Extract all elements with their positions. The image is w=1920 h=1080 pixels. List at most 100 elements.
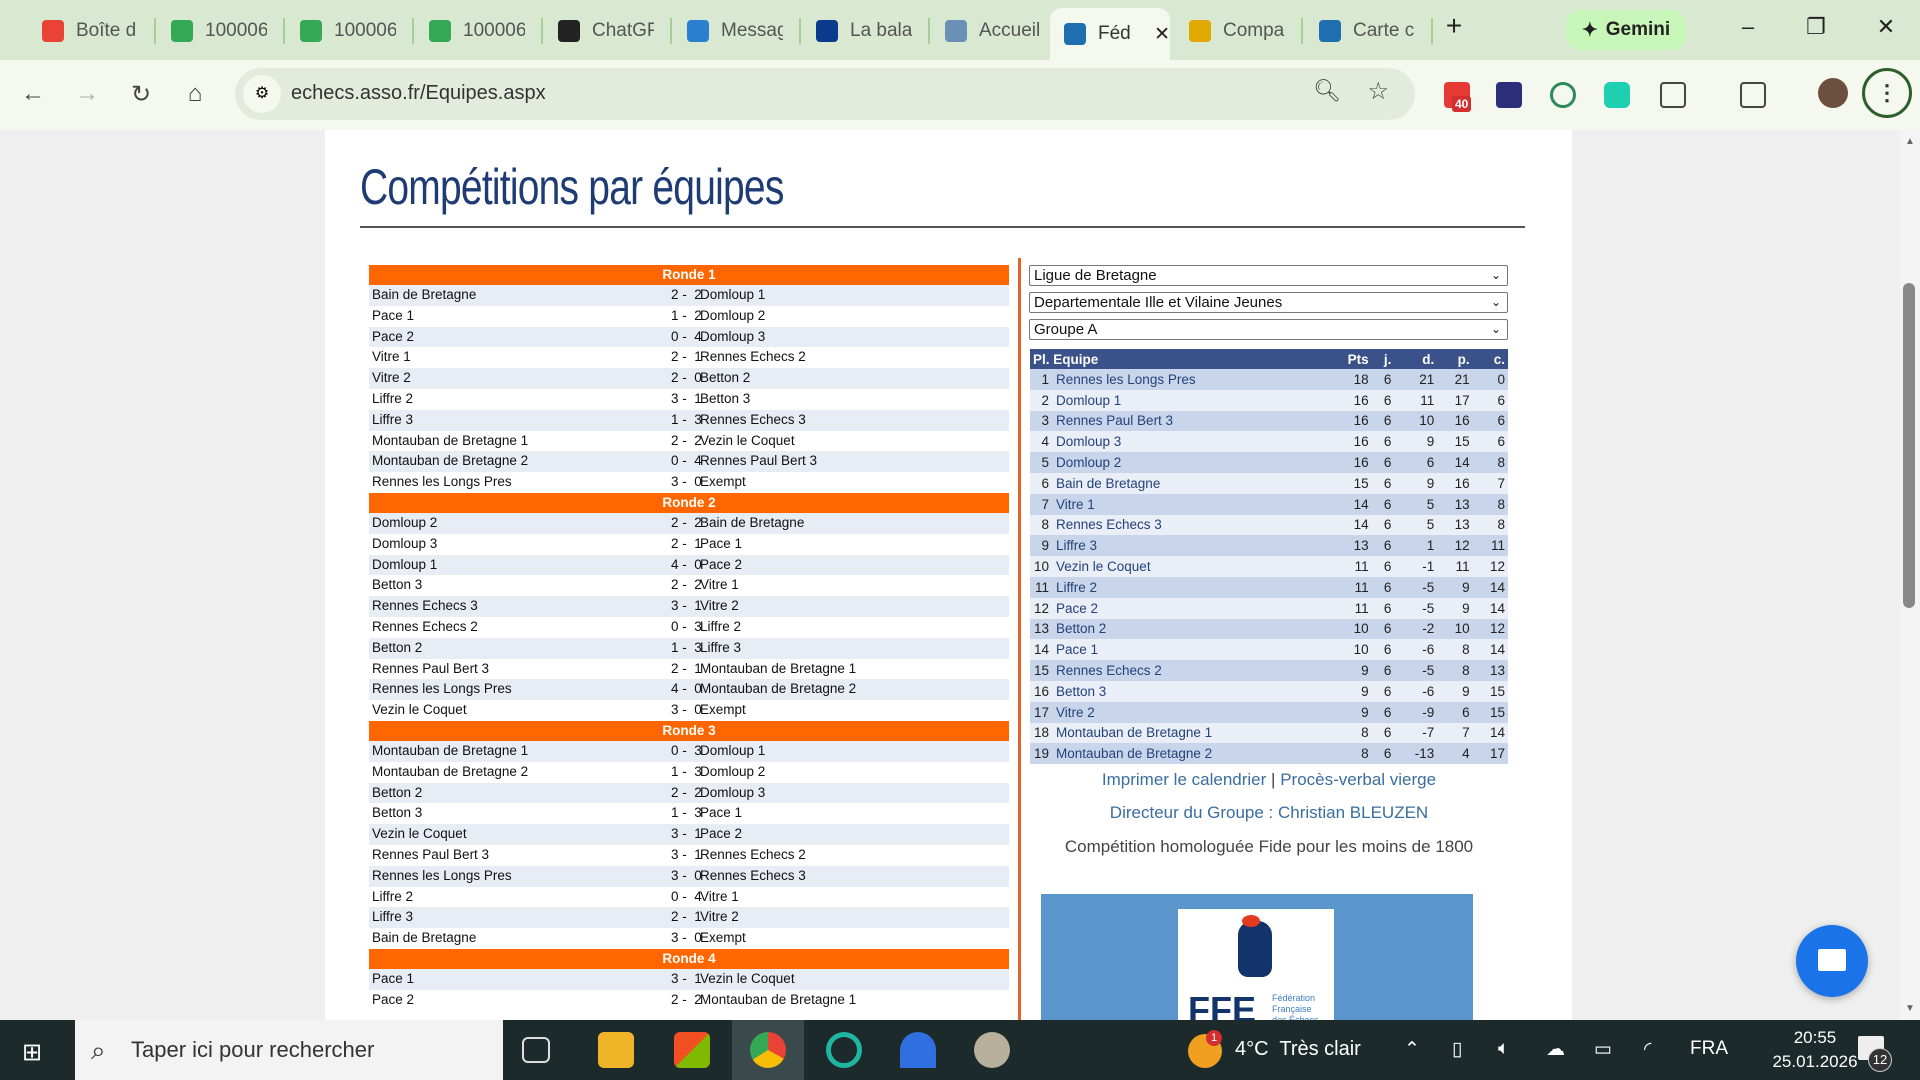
team-link[interactable]: Montauban de Bretagne 2 [1052,743,1327,765]
chatgpt-extension-icon[interactable] [1550,82,1576,108]
eye-extension-icon[interactable] [1496,82,1522,108]
url-text[interactable]: echecs.asso.fr/Equipes.aspx [291,82,546,105]
rank: 11 [1030,576,1052,598]
scroll-down-icon[interactable]: ▼ [1905,1003,1915,1014]
match-row: Rennes les Longs Pres 4 - 0 Montauban de B… [369,679,1009,701]
address-bar[interactable]: ⚙ echecs.asso.fr/Equipes.aspx 🔍︎ ☆ [235,68,1415,120]
close-window-button[interactable]: ✕ [1866,14,1906,40]
chat-button[interactable] [1796,925,1868,997]
weather-text[interactable]: 4°C Très clair [1235,1038,1361,1061]
team-link[interactable]: Rennes Paul Bert 3 [1052,410,1327,432]
file-explorer-icon[interactable] [598,1032,634,1068]
group-select[interactable]: Groupe A ⌄ [1029,319,1508,340]
browser-tab[interactable]: Boîte d [28,12,156,50]
column-header[interactable]: p. [1437,349,1473,369]
new-tab-button[interactable]: + [1434,10,1474,42]
forward-icon[interactable]: → [72,80,102,108]
team-link[interactable]: Montauban de Bretagne 1 [1052,722,1327,744]
windows-start-icon[interactable]: ⊞ [22,1038,42,1067]
scroll-up-icon[interactable]: ▲ [1905,136,1915,147]
home-icon[interactable]: ⌂ [180,80,210,108]
browser-tab[interactable]: Messag [673,12,801,50]
store-icon[interactable] [674,1032,710,1068]
camera-icon[interactable]: ▯ [1452,1038,1462,1061]
back-icon[interactable]: ← [18,80,48,108]
team-link[interactable]: Rennes les Longs Pres [1052,369,1327,390]
column-header[interactable]: Pl. Equipe [1030,349,1327,369]
team-link[interactable]: Vezin le Coquet [1052,556,1327,577]
print-calendar-link[interactable]: Imprimer le calendrier [1102,770,1266,789]
paint-icon[interactable] [974,1032,1010,1068]
team-link[interactable]: Rennes Echecs 2 [1052,660,1327,681]
browser-tab[interactable]: Accueil [931,12,1059,50]
close-tab-icon[interactable]: ✕ [1154,23,1170,46]
team-link[interactable]: Liffre 2 [1052,576,1327,598]
weather-icon[interactable]: 1 [1188,1030,1222,1068]
scrollbar-thumb[interactable] [1903,283,1915,608]
ffe-banner[interactable]: FFE Fédération Française des Échecs [1041,894,1473,1020]
clock[interactable]: 20:55 25.01.2026 [1760,1026,1870,1074]
restore-button[interactable]: ❐ [1796,14,1836,40]
onedrive-off-icon[interactable]: ☁ [1546,1038,1565,1061]
mail-extension-icon[interactable]: 40 [1444,82,1472,112]
team-link[interactable]: Domloup 3 [1052,431,1327,453]
language-indicator[interactable]: FRA [1690,1038,1728,1060]
team-link[interactable]: Bain de Bretagne [1052,472,1327,494]
site-info-icon[interactable]: ⚙ [243,75,281,113]
browser-tab[interactable]: Compa [1175,12,1303,50]
page-content: Compétitions par équipes Ronde 1 Bain de … [325,130,1572,1020]
wifi-icon[interactable]: ◜ [1644,1038,1651,1061]
browser-tab[interactable]: La bala [802,12,930,50]
match-score: 1 - 3 [671,763,702,779]
extensions-puzzle-icon[interactable] [1660,82,1686,108]
vpn-app-icon[interactable] [900,1032,936,1068]
search-tabs-icon[interactable] [1740,82,1766,108]
browser-tab[interactable]: 100006 [286,12,414,50]
team-link[interactable]: Domloup 2 [1052,452,1327,473]
standings-row: 19 Montauban de Bretagne 2 8 6 -13 4 17 [1030,743,1508,765]
battery-icon[interactable]: ▭ [1594,1038,1612,1061]
bookmark-star-icon[interactable]: ☆ [1367,77,1389,106]
team-link[interactable]: Domloup 1 [1052,389,1327,411]
browser-tab[interactable]: Carte c [1305,12,1433,50]
chrome-icon[interactable] [750,1032,786,1068]
notifications-icon[interactable]: 12 [1858,1036,1892,1072]
team-link[interactable]: Pace 1 [1052,639,1327,661]
team-link[interactable]: Betton 2 [1052,618,1327,640]
team-link[interactable]: Betton 3 [1052,680,1327,702]
rank: 4 [1030,431,1052,453]
team-link[interactable]: Vitre 2 [1052,701,1327,723]
browser-tab[interactable]: ChatGP [544,12,672,50]
app-icon[interactable] [826,1032,862,1068]
zoom-icon[interactable]: 🔍︎ [1313,78,1341,104]
browser-tab[interactable]: 100006 [157,12,285,50]
vpn-extension-icon[interactable] [1604,82,1630,108]
league-select[interactable]: Ligue de Bretagne ⌄ [1029,265,1508,286]
chevron-up-icon[interactable]: ⌃ [1404,1038,1420,1061]
team-link[interactable]: Liffre 3 [1052,535,1327,557]
division-select[interactable]: Departementale Ille et Vilaine Jeunes ⌄ [1029,292,1508,313]
browser-tab[interactable]: 100006 [415,12,543,50]
team-link[interactable]: Rennes Echecs 3 [1052,514,1327,536]
volume-icon[interactable]: 🔈︎ [1498,1038,1509,1060]
pv-link[interactable]: Procès-verbal vierge [1280,770,1436,789]
browser-tab[interactable]: Féd ✕ [1050,8,1170,60]
column-header[interactable]: d. [1394,349,1438,369]
round-matches: Domloup 22 - 2 Bain de Bretagne Domloup 32… [369,512,1009,721]
taskbar-search[interactable]: ⌕ Taper ici pour rechercher [75,1020,503,1080]
match-score: 3 - 0 [671,702,702,718]
against: 8 [1472,452,1508,473]
team-link[interactable]: Pace 2 [1052,597,1327,619]
points: 16 [1326,389,1372,411]
gemini-button[interactable]: ✦ Gemini [1566,10,1686,50]
column-header[interactable]: c. [1472,349,1508,369]
column-header[interactable]: Pts [1326,349,1372,369]
chrome-menu-button[interactable]: ⋮ [1862,68,1912,118]
task-view-icon[interactable] [522,1037,550,1063]
column-header[interactable]: j. [1371,349,1395,369]
profile-avatar[interactable] [1818,78,1848,108]
minimize-button[interactable]: – [1728,14,1768,40]
team-link[interactable]: Vitre 1 [1052,493,1327,515]
standings-row: 1 Rennes les Longs Pres 18 6 21 21 0 [1030,369,1508,390]
reload-icon[interactable]: ↻ [126,80,156,109]
